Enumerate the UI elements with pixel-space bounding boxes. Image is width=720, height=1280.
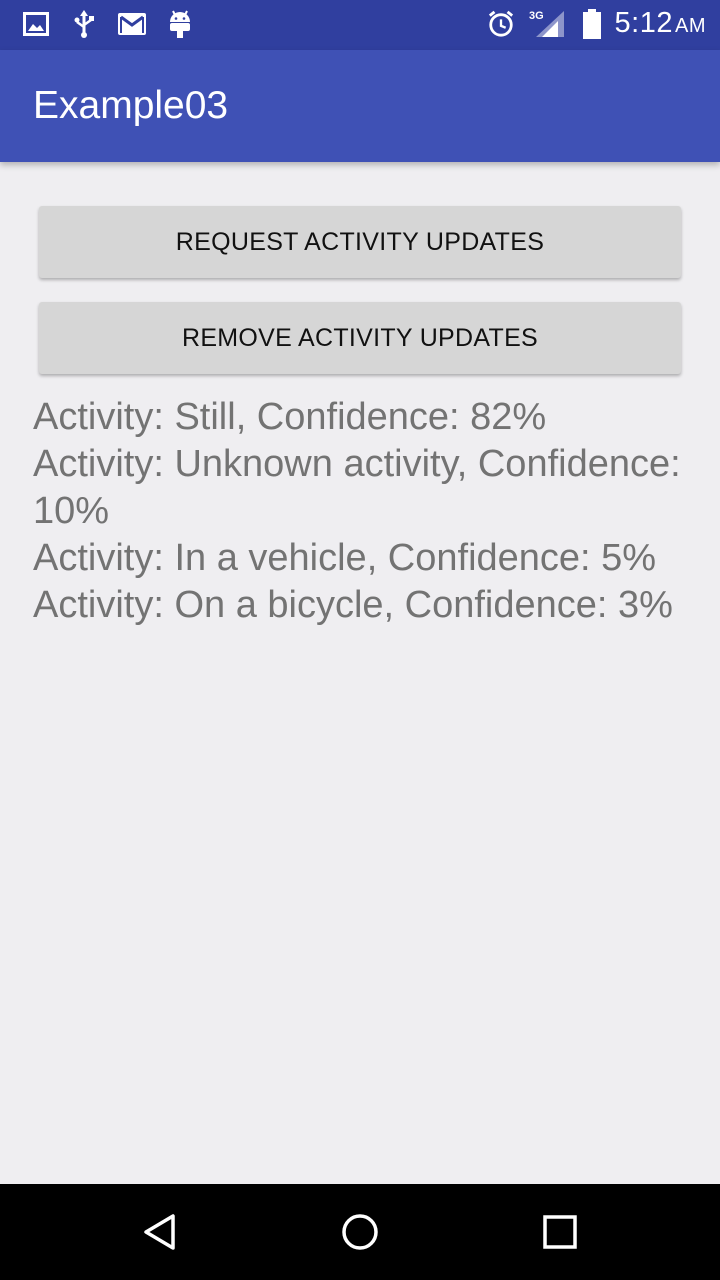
alarm-icon bbox=[487, 10, 515, 38]
battery-icon bbox=[578, 9, 606, 39]
remove-activity-updates-button[interactable]: REMOVE ACTIVITY UPDATES bbox=[39, 302, 681, 374]
image-icon bbox=[22, 10, 50, 38]
back-icon[interactable] bbox=[130, 1202, 190, 1262]
navigation-bar bbox=[0, 1184, 720, 1280]
activity-results-text: Activity: Still, Confidence: 82% Activit… bbox=[33, 396, 681, 626]
clock-ampm: AM bbox=[675, 15, 706, 37]
request-activity-updates-button[interactable]: REQUEST ACTIVITY UPDATES bbox=[39, 206, 681, 278]
app-title: Example03 bbox=[33, 84, 229, 127]
main-content: REQUEST ACTIVITY UPDATES REMOVE ACTIVITY… bbox=[0, 162, 720, 1184]
clock-time: 5:12 bbox=[614, 7, 673, 39]
home-icon[interactable] bbox=[330, 1202, 390, 1262]
recents-icon[interactable] bbox=[530, 1202, 590, 1262]
status-bar: 3G 5:12 AM bbox=[0, 0, 720, 50]
signal-icon: 3G bbox=[528, 10, 568, 38]
network-type-label: 3G bbox=[529, 10, 544, 22]
gmail-icon bbox=[118, 10, 146, 38]
app-bar: Example03 bbox=[0, 50, 720, 162]
status-clock: 5:12 AM bbox=[615, 7, 706, 40]
usb-icon bbox=[70, 10, 98, 38]
android-icon bbox=[166, 10, 194, 38]
